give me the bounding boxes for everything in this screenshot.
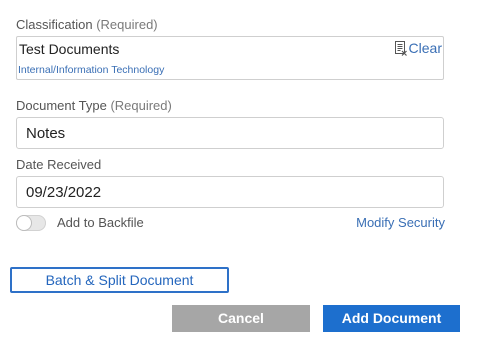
- required-indicator: (Required): [96, 17, 158, 32]
- document-type-label: Document Type (Required): [16, 98, 172, 113]
- classification-label: Classification (Required): [16, 17, 158, 32]
- toggle-knob: [17, 216, 31, 230]
- date-received-field[interactable]: 09/23/2022: [16, 176, 444, 208]
- add-document-button[interactable]: Add Document: [323, 305, 460, 332]
- modify-security-link[interactable]: Modify Security: [356, 215, 445, 230]
- add-to-backfile-label: Add to Backfile: [57, 215, 144, 230]
- date-received-label: Date Received: [16, 157, 102, 172]
- document-type-field[interactable]: Notes: [16, 117, 444, 149]
- clear-label: Clear: [408, 40, 442, 56]
- clear-document-icon: [394, 41, 407, 56]
- date-received-value: 09/23/2022: [26, 184, 102, 201]
- clear-classification-link[interactable]: Clear: [394, 40, 442, 56]
- add-to-backfile-toggle[interactable]: [16, 215, 46, 231]
- classification-field[interactable]: Test Documents Internal/Information Tech…: [16, 36, 444, 80]
- batch-split-document-button[interactable]: Batch & Split Document: [10, 267, 229, 293]
- required-indicator: (Required): [110, 98, 172, 113]
- classification-path: Internal/Information Technology: [18, 64, 165, 76]
- cancel-button[interactable]: Cancel: [172, 305, 310, 332]
- classification-value: Test Documents: [19, 41, 120, 57]
- document-type-value: Notes: [26, 125, 66, 142]
